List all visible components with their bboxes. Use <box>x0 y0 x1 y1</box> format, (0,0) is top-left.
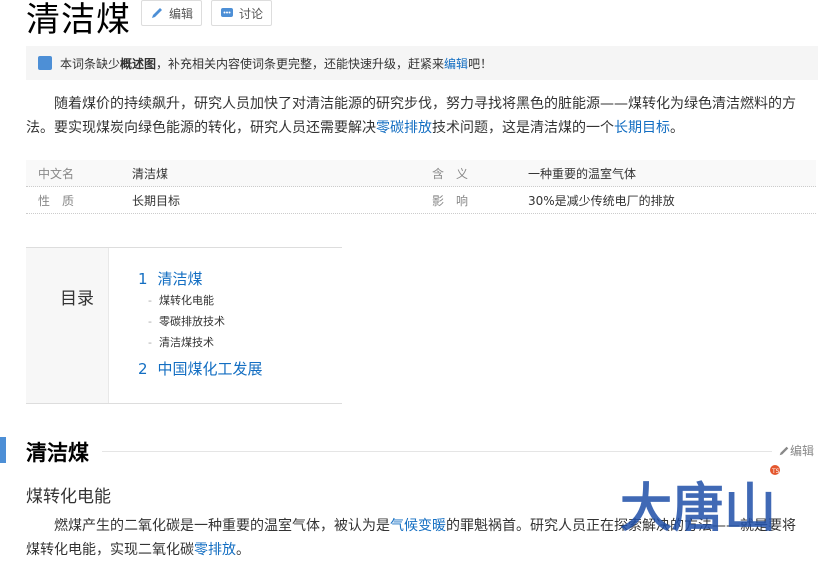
svg-text:TS: TS <box>771 468 780 475</box>
edit-label: 编辑 <box>169 6 194 21</box>
page-title: 清洁煤 <box>26 0 131 40</box>
zero-carbon-link[interactable]: 零碳排放 <box>376 120 432 136</box>
zero-emission-link[interactable]: 零排放 <box>194 542 236 558</box>
info-name: 含 义 <box>432 166 469 181</box>
toc-item-2[interactable]: 2 中国煤化工发展 <box>138 358 263 379</box>
basic-info-row: 性 质 长期目标 影 响 30%是减少传统电厂的排放 <box>26 187 816 214</box>
notice-bold: 概述图 <box>120 56 157 71</box>
section-divider <box>102 451 772 452</box>
info-value: 一种重要的温室气体 <box>528 166 637 181</box>
section-marker <box>0 437 6 463</box>
info-name: 中文名 <box>38 166 75 181</box>
discuss-icon <box>221 8 233 17</box>
climate-warming-link[interactable]: 气候变暖 <box>390 518 446 534</box>
toc-subitem[interactable]: - 煤转化电能 <box>148 292 214 308</box>
subsection-title: 煤转化电能 <box>26 487 111 507</box>
notice-prefix: 本词条缺少 <box>60 56 121 71</box>
notice-edit-link[interactable]: 编辑 <box>444 55 468 72</box>
info-value: 30%是减少传统电厂的排放 <box>528 193 675 208</box>
notice-middle: ，补充相关内容使词条更完整，还能快速升级，赶紧来 <box>156 56 445 71</box>
toc-subitem[interactable]: - 清洁煤技术 <box>148 334 214 350</box>
section-title: 清洁煤 <box>26 441 89 465</box>
missing-image-notice: 本词条缺少 概述图 ，补充相关内容使词条更完整，还能快速升级，赶紧来 编辑 吧！ <box>26 46 818 80</box>
basic-info-table: 中文名 清洁煤 含 义 一种重要的温室气体 性 质 长期目标 影 响 30%是减… <box>26 160 816 214</box>
info-value: 清洁煤 <box>132 166 169 181</box>
basic-info-row: 中文名 清洁煤 含 义 一种重要的温室气体 <box>26 160 816 187</box>
info-name: 性 质 <box>38 193 75 208</box>
notice-edit-icon <box>38 56 52 70</box>
info-name: 影 响 <box>432 193 469 208</box>
edit-button[interactable]: 编辑 <box>141 0 202 26</box>
toc-subitem[interactable]: - 零碳排放技术 <box>148 313 225 329</box>
pencil-icon <box>779 446 789 455</box>
toc-item-1[interactable]: 1 清洁煤 <box>138 268 203 289</box>
pencil-icon <box>152 8 162 18</box>
toc-label: 目录 <box>60 289 94 309</box>
intro-paragraph: 随着煤价的持续飙升，研究人员加快了对清洁能源的研究步伐，努力寻找将黑色的脏能源—… <box>26 96 796 136</box>
svg-text:大唐山: 大唐山 <box>620 479 776 539</box>
info-value: 长期目标 <box>132 193 181 208</box>
section-edit-button[interactable]: 编辑 <box>778 442 814 459</box>
toc-label-panel: 目录 <box>26 248 109 403</box>
watermark-logo: 大唐山 TS <box>620 465 780 539</box>
table-of-contents: 目录 1 清洁煤 - 煤转化电能 - 零碳排放技术 - 清洁煤技术 2 中国煤化工发展 <box>26 247 342 404</box>
discuss-label: 讨论 <box>239 6 264 21</box>
long-term-goal-link[interactable]: 长期目标 <box>614 120 670 136</box>
notice-suffix: 吧！ <box>468 56 493 71</box>
discuss-button[interactable]: 讨论 <box>211 0 272 26</box>
